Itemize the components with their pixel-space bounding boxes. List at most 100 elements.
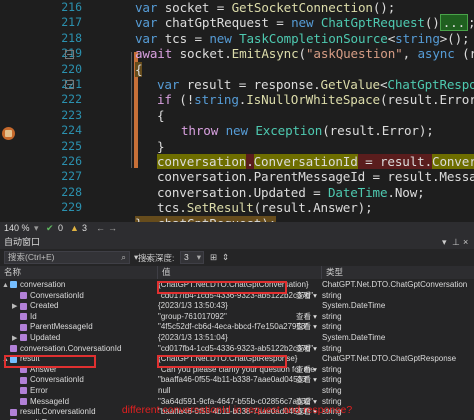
code-line-220[interactable]: { — [135, 61, 143, 77]
panel-title-bar[interactable]: 自动窗口 ▾ ⊥ × — [0, 235, 474, 249]
variable-name: Id — [30, 311, 37, 321]
code-text: () — [424, 15, 440, 31]
code-line-222[interactable]: if (!string.IsNullOrWhiteSpace(result.Er… — [157, 92, 474, 107]
variable-name-cell: Id — [0, 312, 158, 323]
no-issues-icon[interactable]: ✔ — [46, 223, 54, 234]
property-icon — [20, 323, 27, 331]
type-name: ChatGptResponse — [387, 77, 474, 92]
warning-icon[interactable]: ▲ — [70, 223, 79, 233]
variable-row[interactable]: ConversationId "baaffa46-0f55-4b11-b338-7… — [0, 375, 474, 386]
collapse-toggle[interactable]: − — [65, 50, 74, 59]
pin-columns-icon[interactable]: ⊞ — [210, 252, 217, 263]
breakpoint-pencil-icon[interactable] — [2, 127, 15, 140]
search-depth-select[interactable]: 3 ▾ — [180, 251, 204, 264]
variable-name-cell: ConversationId — [0, 375, 158, 386]
view-visualizer-button[interactable]: 查看 ▾ — [296, 312, 317, 323]
line-number-gutter: 216 217 218 219 220 221 222 223 224 225 226 227 228 2… — [22, 0, 86, 222]
variable-name-cell: ▶ Updated — [0, 333, 158, 344]
code-line-216[interactable]: var socket = GetSocketConnection(); — [135, 0, 395, 15]
keyword: new — [291, 15, 314, 31]
editor-status-bar: 140 % ▾ ✔ 0 ▲ 3 ← → — [0, 222, 474, 235]
code-line-219[interactable]: await socket.EmitAsync("askQuestion", as… — [135, 46, 474, 61]
code-line-221[interactable]: var result = response.GetValue<ChatGptRe… — [157, 77, 474, 92]
code-line-218[interactable]: var tcs = new TaskCompletionSource<strin… — [135, 30, 470, 46]
keyword: if — [157, 92, 172, 108]
zoom-dropdown-icon[interactable]: ▾ — [34, 223, 39, 234]
brace-match: { — [135, 61, 143, 77]
method-name: GetValue — [320, 77, 381, 92]
code-line-229[interactable]: tcs.SetResult(result.Answer); — [157, 200, 373, 215]
code-line-223[interactable]: { — [157, 108, 165, 123]
keyword: var — [135, 0, 158, 15]
expand-toggle-icon[interactable]: ▶ — [12, 302, 20, 312]
zoom-level[interactable]: 140 % — [4, 223, 30, 233]
highlight-box-response-name — [4, 355, 96, 368]
column-header-type[interactable]: 类型 — [322, 266, 474, 279]
variable-row[interactable]: ▶ Created {2023/1/3 13:50:43} System.DateTi… — [0, 301, 474, 312]
code-line-217[interactable]: var chatGptRequest = new ChatGptRequest(… — [135, 14, 474, 32]
variable-row[interactable]: ▶ Updated {2023/1/3 13:51:04} System.DateTi… — [0, 333, 474, 344]
code-line-228[interactable]: conversation.Updated = DateTime.Now; — [157, 185, 425, 200]
view-visualizer-button[interactable]: 查看 ▾ — [296, 344, 317, 355]
variable-value-cell[interactable]: null — [158, 386, 320, 397]
code-line-226-breakpoint[interactable]: conversation.ConversationId = result.Con… — [157, 154, 474, 170]
collapse-toggle[interactable]: − — [65, 80, 74, 89]
code-text: socket. — [172, 46, 232, 62]
panel-menu-icon[interactable]: ▾ — [442, 235, 447, 249]
code-editor[interactable]: 216 217 218 219 220 221 222 223 224 225 226 227 228 2… — [0, 0, 474, 222]
code-text: . — [246, 154, 254, 169]
variable-row[interactable]: ParentMessageId "4f5c52df-cb6d-4eca-bbcd-… — [0, 322, 474, 333]
code-line-225[interactable]: } — [157, 139, 165, 154]
view-visualizer-button[interactable]: 查看 ▾ — [296, 365, 317, 376]
variable-type: System.DateTime — [322, 333, 386, 342]
code-text: tcs. — [157, 200, 187, 216]
variable-value: {2023/1/3 13:51:04} — [158, 333, 228, 342]
code-text: ( — [298, 46, 307, 62]
expand-toggle-icon[interactable]: ▶ — [12, 334, 20, 344]
variable-name-cell: ▲ conversation — [0, 280, 158, 291]
search-icon[interactable]: ⌕ — [121, 252, 126, 263]
pin-icon[interactable]: ⊥ — [452, 235, 460, 249]
line-number: 225 — [61, 138, 82, 153]
view-visualizer-button[interactable]: 查看 ▾ — [296, 291, 317, 302]
method-name: EmitAsync — [231, 46, 299, 62]
variable-name-cell: ParentMessageId — [0, 322, 158, 333]
code-text: = result. — [357, 154, 433, 169]
variable-type: string — [322, 311, 342, 321]
keyword: throw — [181, 123, 219, 139]
variable-type: string — [322, 364, 342, 374]
variable-row[interactable]: Id "group-761017092" 查看 ▾ string — [0, 312, 474, 323]
code-line-227[interactable]: conversation.ParentMessageId = result.Me… — [157, 169, 474, 184]
variable-value: null — [158, 386, 171, 395]
view-visualizer-button[interactable]: 查看 ▾ — [296, 375, 317, 386]
column-header-value[interactable]: 值 — [158, 266, 322, 279]
variable-row[interactable]: Error null string — [0, 386, 474, 397]
nav-forward-icon[interactable]: → — [108, 223, 117, 233]
variable-type: string — [322, 343, 342, 353]
chevron-down-icon: ▾ — [196, 252, 201, 262]
panel-title: 自动窗口 — [4, 237, 41, 247]
keyword: var — [135, 30, 158, 46]
search-input[interactable]: 搜索(Ctrl+E) ⌕ — [4, 251, 130, 264]
column-header-name[interactable]: 名称 — [0, 266, 158, 279]
variable-value-cell[interactable]: {2023/1/3 13:51:04} — [158, 333, 320, 344]
close-icon[interactable]: × — [463, 235, 468, 249]
view-visualizer-button[interactable]: 查看 ▾ — [296, 322, 317, 333]
variable-row[interactable]: conversation.ConversationId "cd017fb4-1cd… — [0, 344, 474, 355]
type-name: Exception — [255, 123, 323, 139]
collapsed-initializer-button[interactable]: ... — [439, 14, 469, 32]
issue-count[interactable]: 0 — [58, 223, 63, 233]
warning-count[interactable]: 3 — [82, 223, 87, 233]
variable-value-cell[interactable]: {2023/1/3 13:50:43} — [158, 301, 320, 312]
code-line-224[interactable]: throw new Exception(result.Error); — [181, 123, 434, 138]
nav-back-icon[interactable]: ← — [96, 223, 105, 233]
expand-icon[interactable]: ⇕ — [222, 252, 229, 263]
expand-toggle-icon[interactable]: ▲ — [2, 281, 10, 291]
code-text: result = response. — [179, 77, 321, 92]
object-icon — [10, 281, 17, 289]
variable-type: string — [322, 290, 342, 300]
indicator-margin[interactable] — [0, 0, 22, 222]
variable-name-cell: Error — [0, 386, 158, 397]
